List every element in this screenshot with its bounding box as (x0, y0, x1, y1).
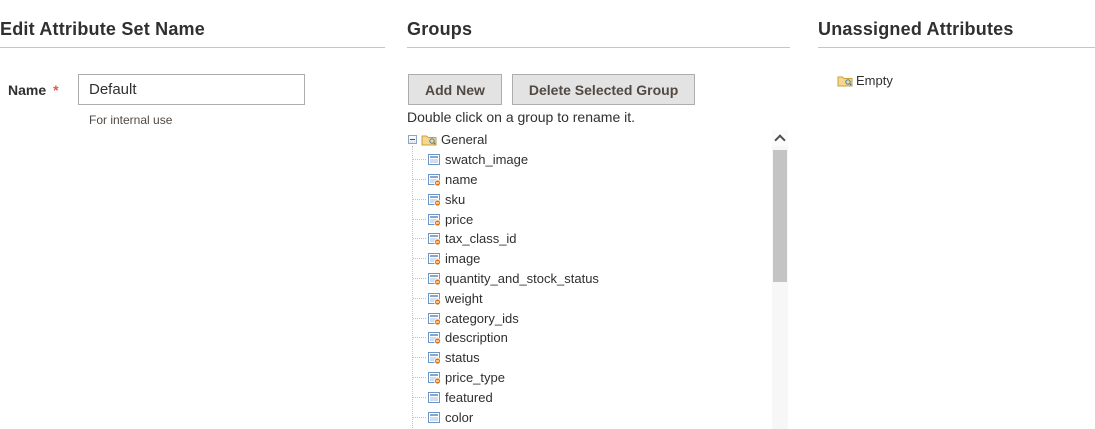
name-field-control: For internal use (78, 74, 305, 127)
tree-item-label: price_type (445, 370, 505, 385)
tree-item-label: image (445, 251, 480, 266)
tree-connector (413, 179, 426, 180)
name-field-row: Name * For internal use (0, 74, 385, 127)
tree-connector (413, 377, 426, 378)
tree-item-label: tax_class_id (445, 231, 517, 246)
tree-item-sku[interactable]: sku (407, 189, 790, 209)
tree-item-name[interactable]: name (407, 170, 790, 190)
scrollbar-up-arrow-icon[interactable] (772, 130, 788, 146)
name-field-note: For internal use (89, 113, 305, 127)
tree-item-price_type[interactable]: price_type (407, 368, 790, 388)
tree-item-label: sku (445, 192, 465, 207)
tree-item-featured[interactable]: featured (407, 387, 790, 407)
panel-title-groups: Groups (407, 0, 790, 48)
groups-tree: General swatch_imagename sku price tax_clas… (407, 130, 790, 429)
groups-button-row: Add New Delete Selected Group (408, 74, 695, 105)
groups-panel: Groups Add New Delete Selected Group Dou… (407, 0, 790, 429)
tree-connector (413, 337, 426, 338)
attribute-system-icon (428, 371, 441, 384)
name-input[interactable] (78, 74, 305, 105)
edit-attribute-set-panel: Edit Attribute Set Name Name * For intern… (0, 0, 385, 429)
tree-group-general[interactable]: General (407, 130, 790, 150)
panel-title-edit-attribute-set: Edit Attribute Set Name (0, 0, 385, 48)
attribute-icon (428, 411, 441, 424)
tree-item-description[interactable]: description (407, 328, 790, 348)
attribute-system-icon (428, 272, 441, 285)
attribute-system-icon (428, 351, 441, 364)
unassigned-attributes-panel: Unassigned Attributes Empty (818, 0, 1095, 429)
group-folder-icon (421, 133, 437, 146)
required-asterisk: * (53, 82, 58, 98)
attribute-system-icon (428, 193, 441, 206)
tree-item-label: weight (445, 291, 483, 306)
tree-item-category_ids[interactable]: category_ids (407, 308, 790, 328)
attribute-system-icon (428, 312, 441, 325)
name-label-text: Name (8, 82, 46, 98)
attribute-system-icon (428, 252, 441, 265)
tree-connector (413, 159, 426, 160)
tree-item-label: description (445, 330, 508, 345)
tree-connector (413, 258, 426, 259)
tree-item-status[interactable]: status (407, 348, 790, 368)
tree-item-image[interactable]: image (407, 249, 790, 269)
tree-group-label: General (441, 132, 487, 147)
tree-scrollbar[interactable] (772, 130, 788, 429)
attribute-system-icon (428, 292, 441, 305)
tree-item-tax_class_id[interactable]: tax_class_id (407, 229, 790, 249)
tree-item-label: name (445, 172, 478, 187)
tree-item-label: color (445, 410, 473, 425)
tree-connector (413, 318, 426, 319)
tree-item-label: price (445, 212, 473, 227)
tree-item-quantity_and_stock_status[interactable]: quantity_and_stock_status (407, 269, 790, 289)
attribute-icon (428, 153, 441, 166)
tree-item-label: status (445, 350, 480, 365)
tree-item-weight[interactable]: weight (407, 288, 790, 308)
tree-item-label: quantity_and_stock_status (445, 271, 599, 286)
tree-connector (413, 417, 426, 418)
attribute-system-icon (428, 331, 441, 344)
tree-connector (413, 278, 426, 279)
tree-item-label: swatch_image (445, 152, 528, 167)
unassigned-empty-label: Empty (856, 73, 893, 88)
empty-folder-icon (837, 74, 853, 87)
name-field-label: Name * (0, 74, 78, 127)
tree-connector (413, 298, 426, 299)
tree-item-label: featured (445, 390, 493, 405)
tree-item-label: category_ids (445, 311, 519, 326)
groups-hint-text: Double click on a group to rename it. (407, 109, 635, 125)
panel-title-unassigned-attributes: Unassigned Attributes (818, 0, 1095, 48)
collapse-minus-icon[interactable] (408, 135, 417, 144)
unassigned-empty-node[interactable]: Empty (837, 73, 893, 88)
tree-connector (413, 199, 426, 200)
attribute-system-icon (428, 213, 441, 226)
attribute-icon (428, 391, 441, 404)
attribute-system-icon (428, 232, 441, 245)
delete-selected-group-button[interactable]: Delete Selected Group (512, 74, 695, 105)
attribute-set-edit-page: Edit Attribute Set Name Name * For intern… (0, 0, 1095, 429)
tree-connector (413, 397, 426, 398)
tree-children: swatch_imagename sku price tax_class_idimag… (407, 150, 790, 429)
tree-item-price[interactable]: price (407, 209, 790, 229)
scrollbar-thumb[interactable] (773, 150, 787, 282)
tree-item-color[interactable]: color (407, 407, 790, 427)
tree-item-swatch_image[interactable]: swatch_image (407, 150, 790, 170)
tree-connector (413, 219, 426, 220)
add-new-group-button[interactable]: Add New (408, 74, 502, 105)
tree-connector (413, 238, 426, 239)
attribute-system-icon (428, 173, 441, 186)
tree-connector (413, 357, 426, 358)
